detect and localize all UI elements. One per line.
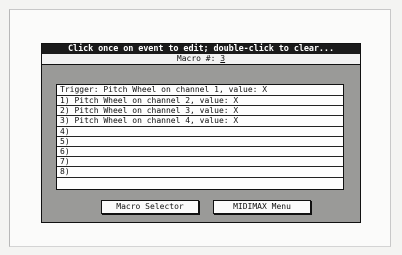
event-row-5[interactable]: 5) (57, 137, 343, 147)
event-row-8[interactable]: 8) (57, 167, 343, 178)
event-row-4[interactable]: 4) (57, 127, 343, 137)
event-row-1[interactable]: 1) Pitch Wheel on channel 2, value: X (57, 96, 343, 107)
macro-label: Macro #: (176, 54, 221, 63)
event-row-7[interactable]: 7) (57, 157, 343, 168)
dialog-title: Click once on event to edit; double-clic… (42, 44, 360, 54)
macro-number[interactable]: 3 (220, 54, 225, 63)
midimax-menu-button[interactable]: MIDIMAX Menu (213, 200, 311, 214)
macro-editor-dialog: Click once on event to edit; double-clic… (41, 43, 361, 223)
macro-number-line: Macro #: 3 (42, 54, 360, 65)
event-list: Trigger: Pitch Wheel on channel 1, value… (56, 84, 344, 190)
event-row-trigger[interactable]: Trigger: Pitch Wheel on channel 1, value… (57, 85, 343, 96)
event-row-6[interactable]: 6) (57, 147, 343, 158)
event-row-2[interactable]: 2) Pitch Wheel on channel 3, value: X (57, 106, 343, 117)
event-row-3[interactable]: 3) Pitch Wheel on channel 4, value: X (57, 116, 343, 127)
macro-selector-button[interactable]: Macro Selector (101, 200, 199, 214)
